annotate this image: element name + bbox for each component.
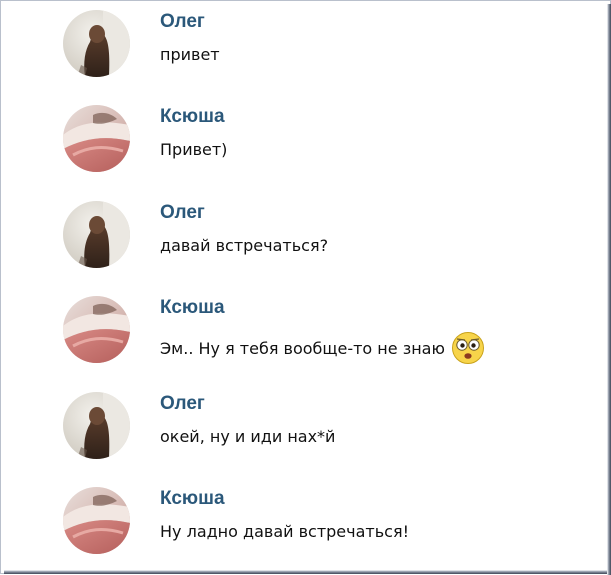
avatar-oleg-icon [63,201,130,268]
message-text: давай встречаться? [160,236,328,255]
message-item: Олег привет [63,8,583,84]
avatar-ksyusha-icon [63,105,130,172]
sender-name[interactable]: Олег [160,393,205,415]
avatar[interactable] [63,201,130,268]
message-text: привет [160,45,220,64]
avatar[interactable] [63,10,130,77]
message-text-content: Привет) [160,140,228,159]
message-text-content: Ну ладно давай встречаться! [160,522,409,541]
avatar-ksyusha-icon [63,296,130,363]
message-text: Ну ладно давай встречаться! [160,522,409,541]
message-text-content: давай встречаться? [160,236,329,255]
sender-name[interactable]: Олег [160,11,205,33]
flushed-face-icon [451,332,484,364]
sender-name[interactable]: Ксюша [160,488,225,510]
chat-window: Олег привет Ксюша Привет) Олег давай вст… [0,0,611,575]
sender-name[interactable]: Ксюша [160,106,225,128]
avatar-oleg-icon [63,10,130,77]
avatar[interactable] [63,296,130,363]
message-item: Ксюша Эм.. Ну я тебя вообще-то не знаю [63,294,583,370]
sender-name[interactable]: Ксюша [160,297,225,319]
message-text-content: привет [160,45,220,64]
avatar-ksyusha-icon [63,487,130,554]
message-item: Ксюша Привет) [63,103,583,179]
avatar[interactable] [63,392,130,459]
avatar[interactable] [63,487,130,554]
avatar-oleg-icon [63,392,130,459]
message-text: Привет) [160,140,227,159]
message-text: окей, ну и иди нах*й [160,427,335,446]
avatar[interactable] [63,105,130,172]
message-item: Олег окей, ну и иди нах*й [63,390,583,466]
message-text: Эм.. Ну я тебя вообще-то не знаю [160,331,485,365]
message-text-content: окей, ну и иди нах*й [160,427,336,446]
sender-name[interactable]: Олег [160,202,205,224]
message-item: Олег давай встречаться? [63,199,583,275]
message-item: Ксюша Ну ладно давай встречаться! [63,485,583,561]
message-text-content: Эм.. Ну я тебя вообще-то не знаю [160,338,445,358]
